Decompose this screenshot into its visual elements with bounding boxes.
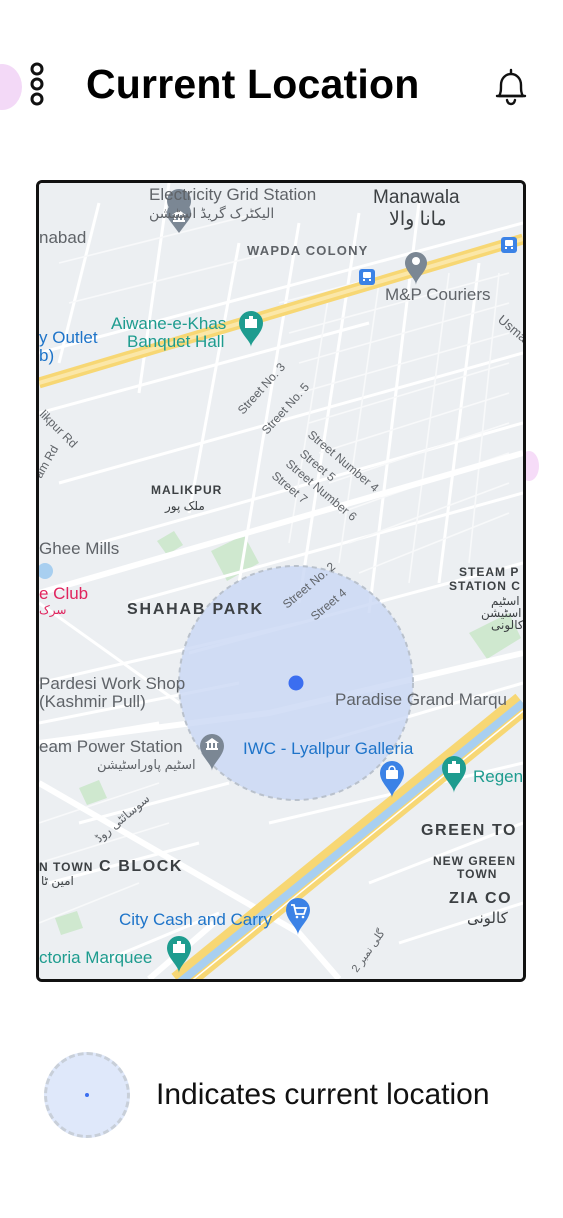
label-steam-power-urdu: اسٹیم پاوراسٹیشن <box>97 757 196 773</box>
label-iwc-galleria: IWC - Lyallpur Galleria <box>243 739 414 758</box>
label-paradise-grand: Paradise Grand Marqu <box>335 690 507 709</box>
current-location-dot-swatch <box>85 1093 89 1097</box>
label-manawala-urdu: مانا والا <box>389 209 447 230</box>
label-c-block: C BLOCK <box>99 858 183 875</box>
label-club: e Club <box>39 584 88 603</box>
label-electricity-grid: Electricity Grid Station <box>149 185 316 204</box>
label-ghee-mills: Ghee Mills <box>39 539 119 558</box>
label-regen: Regen <box>473 767 523 786</box>
label-pardesi-work-shop: Pardesi Work Shop <box>39 674 185 693</box>
label-malikpur: MALIKPUR <box>151 483 222 497</box>
label-kashmir-pull: (Kashmir Pull) <box>39 692 146 711</box>
label-victoria-marquee: ctoria Marquee <box>39 948 152 967</box>
label-mp-couriers: M&P Couriers <box>385 285 491 304</box>
page-title: Current Location <box>86 61 420 107</box>
label-nabad: nabad <box>39 228 86 247</box>
label-zia-colony-urdu: کالونی <box>467 910 509 927</box>
label-steam-station-urdu-3: کالونی <box>491 618 523 633</box>
label-green-town: GREEN TO <box>421 822 517 839</box>
label-wapda-colony: WAPDA COLONY <box>247 243 369 258</box>
bell-icon <box>495 68 527 106</box>
label-outlet: y Outlet <box>39 328 98 347</box>
legend-text: Indicates current location <box>156 1078 490 1111</box>
label-aiwane-khas: Aiwane-e-Khas <box>111 314 226 333</box>
label-zia-colony: ZIA CO <box>449 890 512 907</box>
label-banquet-hall: Banquet Hall <box>127 332 224 351</box>
label-electricity-grid-urdu: الیکٹرک گریڈ اسٹیشن <box>149 205 274 222</box>
label-shahab-park: SHAHAB PARK <box>127 601 264 618</box>
map-canvas[interactable]: Electricity Grid Station الیکٹرک گریڈ اس… <box>39 183 523 979</box>
label-amin-town-urdu: امین ٹا <box>41 874 74 889</box>
label-steam-station-1: STEAM P <box>459 565 519 579</box>
vertical-ellipsis-icon <box>30 62 44 106</box>
label-outlet-b: b) <box>39 346 54 365</box>
app-header: Current Location <box>0 0 563 150</box>
bus-stop-icon[interactable] <box>501 237 517 253</box>
label-steam-power-station: eam Power Station <box>39 737 183 756</box>
label-n-town: N TOWN <box>39 860 93 874</box>
label-manawala: Manawala <box>373 187 460 208</box>
notifications-button[interactable] <box>490 66 532 108</box>
current-location-dot[interactable] <box>288 675 304 691</box>
label-new-green-town-2: TOWN <box>457 867 497 881</box>
label-steam-station-2: STATION C <box>449 579 521 593</box>
bus-stop-icon[interactable] <box>359 269 375 285</box>
menu-button[interactable] <box>26 62 48 108</box>
label-city-cash-carry: City Cash and Carry <box>119 910 273 929</box>
map-legend: Indicates current location <box>44 1052 544 1138</box>
label-new-green-town: NEW GREEN <box>433 854 516 868</box>
label-club-urdu: سرک <box>39 603 66 618</box>
label-malikpur-urdu: ملک پور <box>164 499 205 514</box>
map-view[interactable]: Electricity Grid Station الیکٹرک گریڈ اس… <box>36 180 526 982</box>
